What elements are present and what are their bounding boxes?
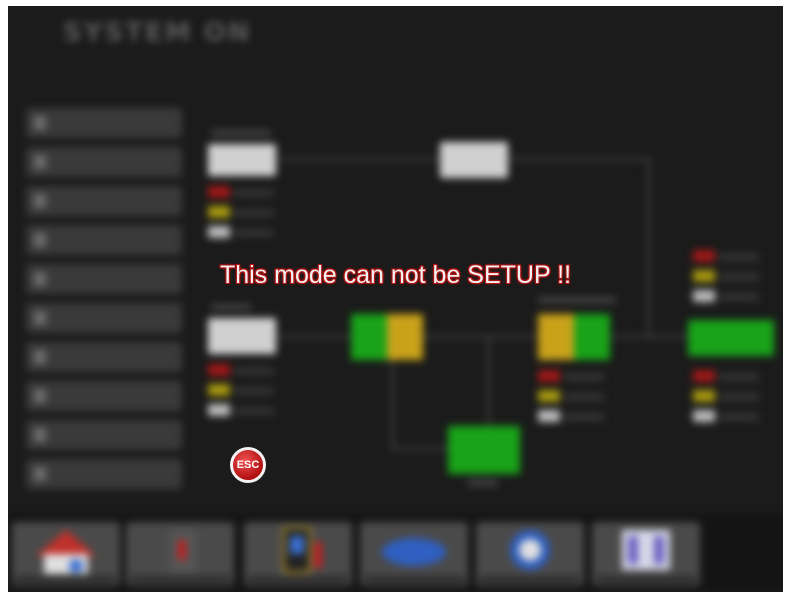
rectifier-module[interactable]	[351, 314, 387, 360]
output-load-module[interactable]	[688, 320, 774, 356]
alarm-lamp-white	[208, 404, 230, 416]
side-menu-button[interactable]	[26, 459, 182, 489]
lamp-label	[564, 373, 604, 381]
settings-icon	[510, 530, 550, 570]
diagram-line	[423, 336, 538, 338]
alarm-lamp-yellow	[538, 390, 560, 402]
alarm-lamp-white	[693, 410, 715, 422]
diagram-line	[488, 338, 490, 426]
status-button[interactable]	[126, 522, 234, 586]
inverter-module[interactable]	[574, 314, 610, 360]
side-menu-button[interactable]	[26, 342, 182, 372]
diagram-line	[392, 448, 452, 450]
lamp-label	[719, 293, 759, 301]
diagram-line	[278, 158, 440, 160]
lamp-label	[234, 407, 274, 415]
inverter-module-status	[538, 314, 574, 360]
side-menu-button[interactable]	[26, 381, 182, 411]
side-menu-button[interactable]	[26, 147, 182, 177]
diagram-line	[608, 336, 688, 338]
breaker-device[interactable]	[208, 144, 276, 176]
diagram-line	[508, 158, 650, 160]
history-button[interactable]	[244, 522, 352, 586]
mode-warning-message: This mode can not be SETUP !!	[219, 261, 572, 289]
lamp-label	[719, 253, 759, 261]
lamp-label	[234, 209, 274, 217]
lamp-label	[719, 393, 759, 401]
alarm-lamp-red	[538, 370, 560, 382]
alarm-lamp-red	[693, 370, 715, 382]
rectifier-module-status	[387, 314, 423, 360]
cabinet-icon	[170, 530, 196, 572]
monitor-icon	[382, 538, 446, 566]
battery-module[interactable]	[448, 426, 520, 474]
alarm-lamp-white	[693, 290, 715, 302]
device-label	[211, 304, 251, 310]
side-menu-button[interactable]	[26, 303, 182, 333]
blurred-background: SYSTEM ON	[8, 6, 783, 592]
alarm-lamp-yellow	[693, 390, 715, 402]
side-menu-button[interactable]	[26, 225, 182, 255]
alarm-lamp-red	[208, 186, 230, 198]
document-icon	[622, 530, 670, 570]
lamp-label	[234, 387, 274, 395]
system-title: SYSTEM ON	[63, 18, 252, 48]
lamp-label	[234, 189, 274, 197]
lamp-label	[234, 229, 274, 237]
meter-icon	[283, 527, 322, 573]
lamp-label	[719, 413, 759, 421]
diagram-line	[278, 336, 352, 338]
device-label	[211, 130, 271, 136]
lamp-label	[719, 373, 759, 381]
device-label	[468, 480, 498, 486]
lamp-label	[234, 367, 274, 375]
lamp-label	[564, 413, 604, 421]
esc-button[interactable]: ESC	[230, 447, 266, 483]
lamp-label	[564, 393, 604, 401]
alarm-lamp-white	[538, 410, 560, 422]
home-button[interactable]	[12, 522, 120, 586]
side-menu-button[interactable]	[26, 108, 182, 138]
about-button[interactable]	[592, 522, 700, 586]
alarm-lamp-yellow	[208, 384, 230, 396]
data-button[interactable]	[360, 522, 468, 586]
alarm-lamp-red	[208, 364, 230, 376]
top-center-device[interactable]	[440, 142, 508, 178]
diagram-line	[648, 158, 650, 336]
alarm-lamp-white	[208, 226, 230, 238]
bottom-taskbar	[8, 514, 783, 592]
side-menu-button[interactable]	[26, 420, 182, 450]
side-menu-button[interactable]	[26, 186, 182, 216]
settings-button[interactable]	[476, 522, 584, 586]
alarm-lamp-yellow	[208, 206, 230, 218]
device-label	[538, 297, 616, 303]
system-screen: SYSTEM ON This mode can not be SETUP !! …	[8, 6, 783, 592]
home-icon	[36, 530, 96, 574]
diagram-line	[392, 358, 394, 450]
breaker-device[interactable]	[208, 318, 276, 354]
